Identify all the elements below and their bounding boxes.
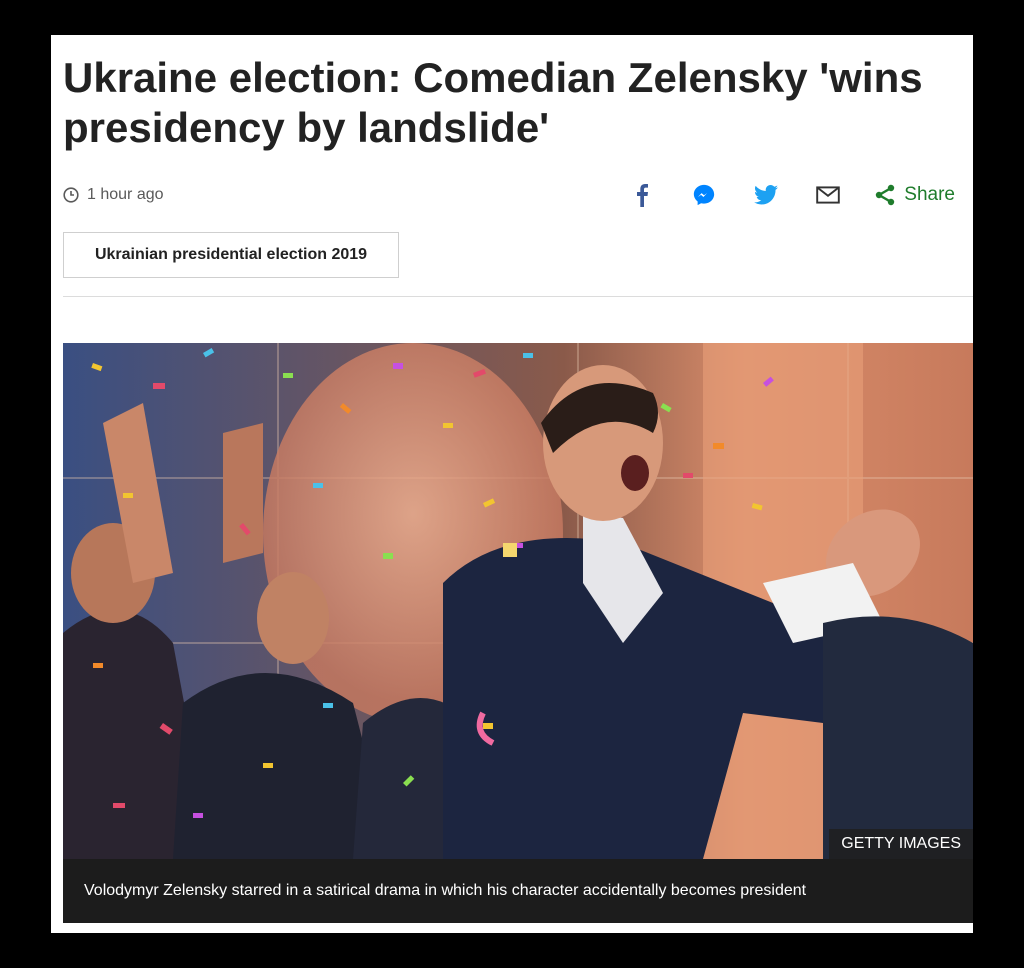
share-icon <box>876 184 895 206</box>
share-label: Share <box>904 184 955 205</box>
image-caption: Volodymyr Zelensky starred in a satirica… <box>63 859 973 923</box>
timestamp-text: 1 hour ago <box>87 186 164 203</box>
messenger-icon[interactable] <box>692 183 716 207</box>
twitter-icon[interactable] <box>754 183 779 207</box>
divider <box>63 296 973 297</box>
article-card: Ukraine election: Comedian Zelensky 'win… <box>51 35 973 933</box>
celebration-photo <box>63 343 973 859</box>
timestamp: 1 hour ago <box>63 183 164 207</box>
share-toolbar: Share <box>630 180 955 210</box>
clock-icon <box>63 187 79 203</box>
email-icon[interactable] <box>816 183 841 207</box>
topic-tag-link[interactable]: Ukrainian presidential election 2019 <box>63 232 399 278</box>
share-button[interactable]: Share <box>874 184 955 206</box>
article-image: GETTY IMAGES Volodymyr Zelensky starred … <box>63 343 973 923</box>
article-headline: Ukraine election: Comedian Zelensky 'win… <box>63 54 923 151</box>
facebook-icon[interactable] <box>630 183 654 207</box>
image-credit: GETTY IMAGES <box>829 829 973 859</box>
